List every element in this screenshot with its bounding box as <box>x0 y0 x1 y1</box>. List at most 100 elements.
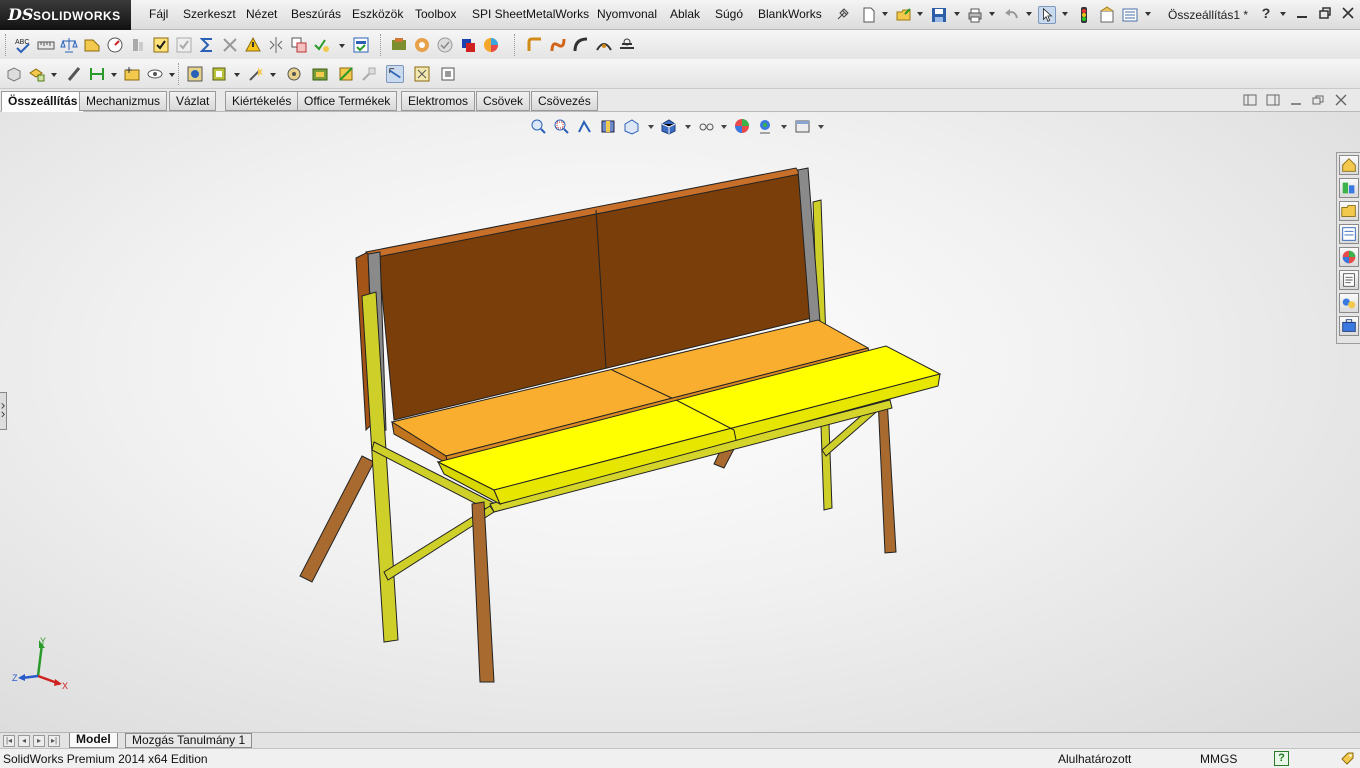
spell-check-icon[interactable]: ABC <box>14 36 32 54</box>
file-properties-icon[interactable] <box>1098 6 1116 24</box>
tab-assembly[interactable]: Összeállítás <box>1 91 85 112</box>
view-settings-dropdown-icon[interactable] <box>818 125 824 129</box>
select-dropdown-icon[interactable] <box>1062 12 1068 16</box>
menu-file[interactable]: Fájl <box>149 7 168 21</box>
smart-fasteners-icon[interactable] <box>88 65 106 83</box>
linear-pattern-icon[interactable] <box>65 65 83 83</box>
bench-model[interactable] <box>0 112 1360 732</box>
mate-dropdown-icon[interactable] <box>51 73 57 77</box>
fillet-icon[interactable] <box>526 36 544 54</box>
close-window-icon[interactable] <box>1340 5 1356 21</box>
doc-close-icon[interactable] <box>1334 94 1348 106</box>
tab-mechanism[interactable]: Mechanizmus <box>79 91 168 111</box>
mass-properties-icon[interactable] <box>60 36 78 54</box>
hide-show-icon[interactable] <box>698 118 715 135</box>
toolbar-grip[interactable] <box>5 34 7 56</box>
file-explorer-icon[interactable] <box>1339 201 1359 221</box>
pin-icon[interactable] <box>833 6 851 24</box>
menu-help[interactable]: Súgó <box>715 7 743 21</box>
menu-toolbox[interactable]: Toolbox <box>415 7 456 21</box>
apply-scene-icon[interactable] <box>757 118 774 135</box>
undo-icon[interactable] <box>1003 6 1021 24</box>
tile-left-icon[interactable] <box>1243 94 1257 106</box>
bend-icon[interactable] <box>549 36 567 54</box>
interference-icon[interactable] <box>360 65 378 83</box>
solidworks-logo[interactable]: DS SOLIDWORKS <box>0 0 131 30</box>
explode-line-icon[interactable] <box>337 65 355 83</box>
undo-dropdown-icon[interactable] <box>1026 12 1032 16</box>
menu-tools[interactable]: Eszközök <box>352 7 403 21</box>
reference-geometry-icon[interactable] <box>210 65 228 83</box>
measure-icon[interactable] <box>37 36 55 54</box>
tab-electrical[interactable]: Elektromos <box>401 91 476 111</box>
toggle-icon[interactable] <box>413 65 431 83</box>
move-component-icon[interactable] <box>123 65 141 83</box>
reference-dropdown-icon[interactable] <box>234 73 240 77</box>
tab-sketch[interactable]: Vázlat <box>169 91 217 111</box>
view-orientation-icon[interactable] <box>623 118 640 135</box>
view-orientation-dropdown-icon[interactable] <box>648 125 654 129</box>
symmetry-icon[interactable] <box>267 36 285 54</box>
view-settings-icon[interactable] <box>794 118 811 135</box>
tab-motion-study[interactable]: Mozgás Tanulmány 1 <box>125 733 253 748</box>
flow-icon[interactable] <box>618 36 636 54</box>
tab-piping[interactable]: Csövezés <box>531 91 598 111</box>
large-assembly-icon[interactable] <box>439 65 457 83</box>
sum-icon[interactable] <box>198 36 216 54</box>
import-diagnostics-icon[interactable] <box>390 36 408 54</box>
motion-dropdown-icon[interactable] <box>270 73 276 77</box>
route-icon[interactable] <box>595 36 613 54</box>
assembly-features-icon[interactable] <box>186 65 204 83</box>
tab-model[interactable]: Model <box>69 733 118 748</box>
prev-tab-icon[interactable]: ◂ <box>18 735 30 747</box>
menu-blankworks[interactable]: BlankWorks <box>758 7 822 21</box>
help-icon[interactable]: ? <box>1258 5 1274 21</box>
options-dropdown-icon[interactable] <box>1145 12 1151 16</box>
view-palette-icon[interactable] <box>1339 224 1359 244</box>
forum-icon[interactable] <box>1339 293 1359 313</box>
warning-icon[interactable] <box>244 36 262 54</box>
validate-icon[interactable] <box>313 36 331 54</box>
interference-detection-icon[interactable] <box>106 36 124 54</box>
status-help-icon[interactable]: ? <box>1274 751 1289 766</box>
select-cursor-icon[interactable] <box>1038 6 1056 24</box>
edit-appearance-icon[interactable] <box>734 118 751 135</box>
hole-alignment-icon[interactable] <box>221 36 239 54</box>
restore-window-icon[interactable] <box>1317 5 1333 21</box>
open-dropdown-icon[interactable] <box>917 12 923 16</box>
compare-icon[interactable] <box>290 36 308 54</box>
tab-tubing[interactable]: Csövek <box>476 91 531 111</box>
tag-icon[interactable] <box>1340 751 1354 766</box>
graphics-area[interactable]: Y X Z <box>0 112 1360 732</box>
validate-dropdown-icon[interactable] <box>339 44 345 48</box>
menu-insert[interactable]: Beszúrás <box>291 7 341 21</box>
clearance-icon[interactable] <box>129 36 147 54</box>
section-properties-icon[interactable] <box>83 36 101 54</box>
display-style-icon[interactable] <box>660 118 677 135</box>
status-units[interactable]: MMGS <box>1200 752 1237 766</box>
minimize-window-icon[interactable] <box>1294 5 1310 21</box>
hide-show-dropdown-icon[interactable] <box>721 125 727 129</box>
home-icon[interactable] <box>1339 155 1359 175</box>
exploded-view-icon[interactable] <box>311 65 329 83</box>
options-icon[interactable] <box>1121 6 1139 24</box>
zoom-to-fit-icon[interactable] <box>530 118 547 135</box>
doc-minimize-icon[interactable] <box>1289 94 1303 106</box>
instant3d-icon[interactable] <box>386 65 404 83</box>
insert-component-icon[interactable] <box>5 65 23 83</box>
last-tab-icon[interactable]: ▸| <box>48 735 60 747</box>
new-dropdown-icon[interactable] <box>882 12 888 16</box>
new-motion-icon[interactable] <box>247 65 265 83</box>
thickness-icon[interactable] <box>436 36 454 54</box>
custom-properties-icon[interactable] <box>1339 270 1359 290</box>
menu-routing[interactable]: Nyomvonal <box>597 7 657 21</box>
apply-scene-dropdown-icon[interactable] <box>781 125 787 129</box>
back-left-leg[interactable] <box>299 455 375 583</box>
tab-evaluate[interactable]: Kiértékelés <box>225 91 299 111</box>
show-hidden-icon[interactable] <box>146 65 164 83</box>
appearances-icon[interactable] <box>1339 247 1359 267</box>
feature-manager-expand-handle[interactable] <box>0 392 7 430</box>
zoom-area-icon[interactable] <box>553 118 570 135</box>
show-hidden-dropdown-icon[interactable] <box>169 73 175 77</box>
front-middle-leg[interactable] <box>471 501 495 683</box>
